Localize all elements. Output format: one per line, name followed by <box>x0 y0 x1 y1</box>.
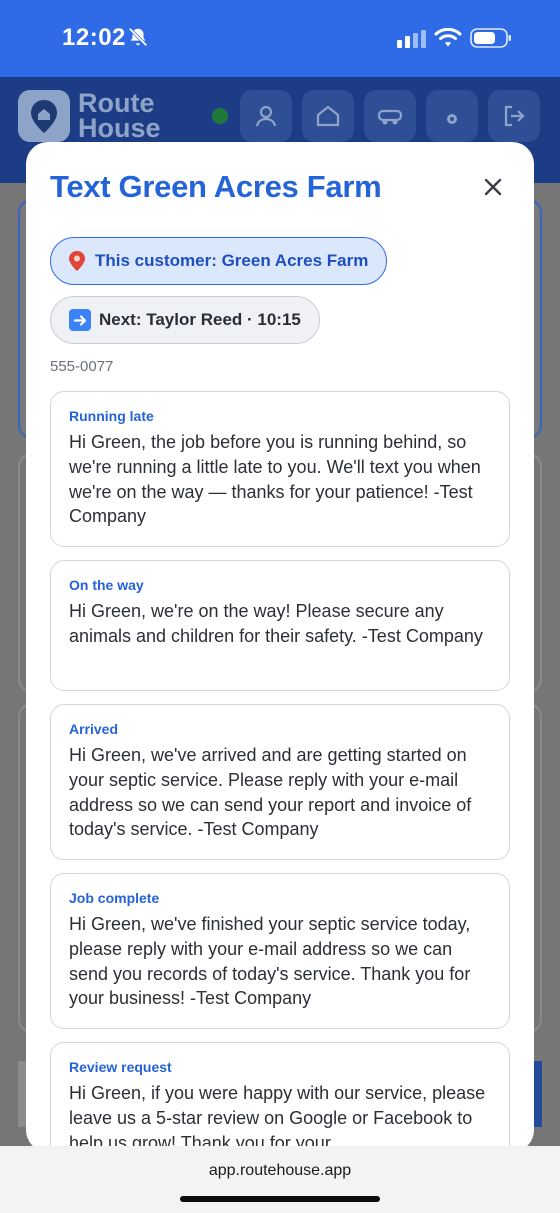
next-customer-chip[interactable]: Next: Taylor Reed · 10:15 <box>50 296 320 344</box>
template-label: Review request <box>69 1059 172 1075</box>
truck-icon <box>377 109 403 125</box>
home-indicator[interactable] <box>180 1196 380 1202</box>
home-button[interactable] <box>302 90 354 142</box>
profile-icon <box>255 105 277 127</box>
close-button[interactable] <box>478 172 508 202</box>
template-text: Hi Green, we're on the way! Please secur… <box>69 601 483 646</box>
logout-icon <box>504 105 525 127</box>
map-pin-home-icon <box>31 100 57 133</box>
template-text: Hi Green, we've finished your septic ser… <box>69 914 471 1009</box>
customer-chip-label: This customer: Green Acres Farm <box>95 251 369 270</box>
map-pin-icon <box>69 251 85 271</box>
logout-button[interactable] <box>488 90 540 142</box>
browser-bar: app.routehouse.app <box>0 1146 560 1213</box>
modal-title: Text Green Acres Farm <box>50 169 382 204</box>
wifi-icon <box>434 27 462 47</box>
template-card-review-request[interactable]: Review request Hi Green, if you were hap… <box>50 1042 510 1152</box>
status-time: 12:02 <box>62 24 126 51</box>
template-label: On the way <box>69 577 144 593</box>
logo-text: Route House <box>78 90 161 143</box>
text-customer-modal: Text Green Acres Farm This customer: Gre… <box>26 142 534 1152</box>
gear-icon <box>447 114 457 124</box>
settings-button[interactable] <box>426 90 478 142</box>
online-status-dot <box>212 108 228 124</box>
route-house-logo <box>18 90 70 142</box>
customer-phone: 555-0077 <box>50 358 114 375</box>
next-chip-label: Next: Taylor Reed · 10:15 <box>99 310 301 329</box>
template-text: Hi Green, the job before you is running … <box>69 432 481 527</box>
template-card-arrived[interactable]: Arrived Hi Green, we've arrived and are … <box>50 704 510 860</box>
browser-url[interactable]: app.routehouse.app <box>0 1162 560 1180</box>
battery-icon <box>470 28 511 48</box>
template-text: Hi Green, we've arrived and are getting … <box>69 745 472 840</box>
template-text: Hi Green, if you were happy with our ser… <box>69 1083 486 1152</box>
template-label: Arrived <box>69 721 119 737</box>
right-arrow-icon <box>69 309 91 331</box>
template-label: Job complete <box>69 890 160 906</box>
status-bar: 12:02 <box>0 0 560 77</box>
signal-icon <box>397 30 426 48</box>
template-label: Running late <box>69 408 154 424</box>
bell-slash-icon <box>128 27 148 47</box>
close-icon <box>484 178 502 196</box>
truck-button[interactable] <box>364 90 416 142</box>
logo-line-2: House <box>78 113 161 143</box>
customer-chip[interactable]: This customer: Green Acres Farm <box>50 237 388 285</box>
home-icon <box>316 105 340 127</box>
template-card-on-the-way[interactable]: On the way Hi Green, we're on the way! P… <box>50 560 510 691</box>
profile-button[interactable] <box>240 90 292 142</box>
template-card-job-complete[interactable]: Job complete Hi Green, we've finished yo… <box>50 873 510 1029</box>
template-card-running-late[interactable]: Running late Hi Green, the job before yo… <box>50 391 510 547</box>
